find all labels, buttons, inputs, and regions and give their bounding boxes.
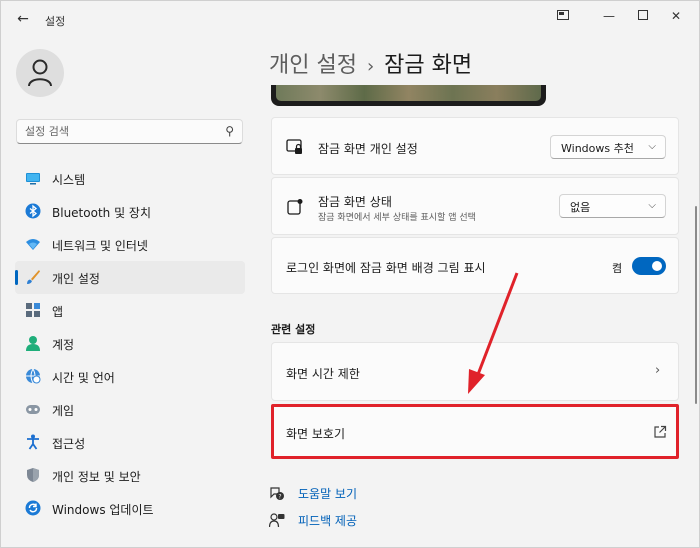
scrollbar[interactable] [695,206,697,404]
settings-window: ← 설정 — ✕ ⚲ 시스템 Bluetooth 및 장치 네트워 [0,0,700,548]
annotation-arrow [468,272,519,394]
